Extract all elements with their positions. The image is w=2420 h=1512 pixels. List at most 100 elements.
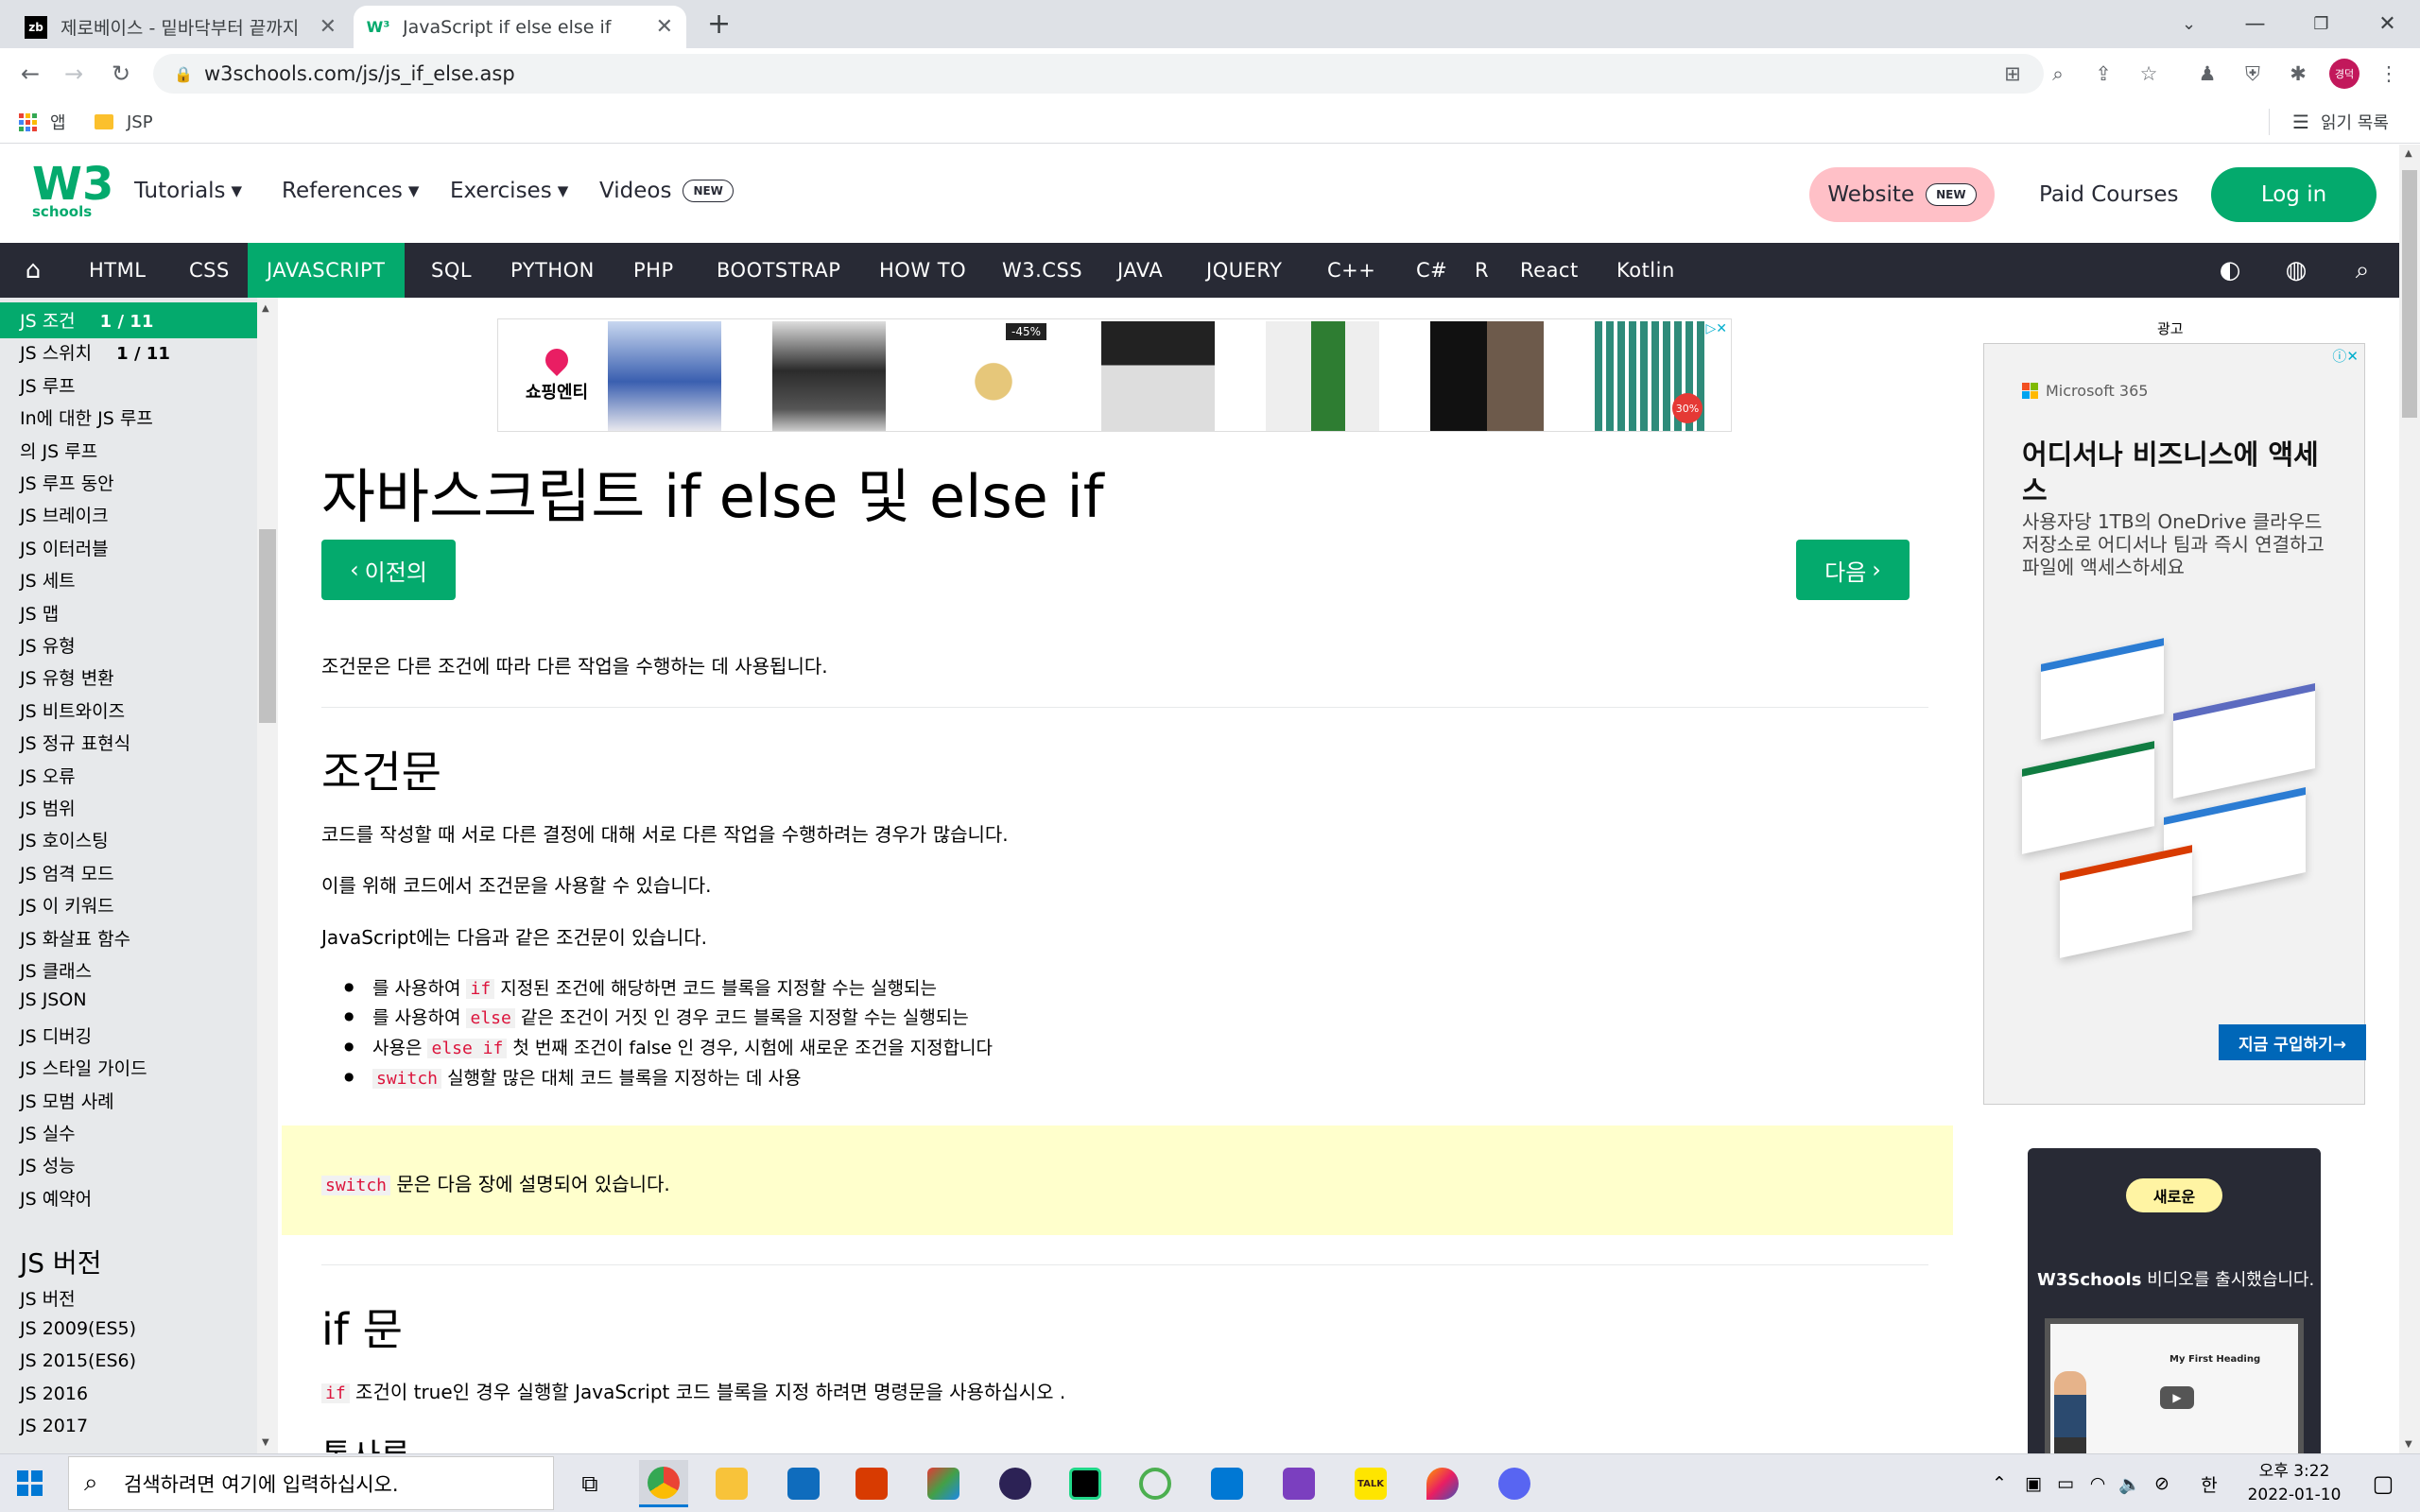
play-icon[interactable]: ▶ [2160,1386,2194,1409]
sidebar-item[interactable]: 의 JS 루프 [20,438,97,463]
file-explorer-icon[interactable] [707,1460,756,1507]
kakaotalk-icon[interactable]: TALK [1346,1460,1395,1507]
minimize-icon[interactable]: — [2220,0,2290,48]
topnav-php[interactable]: PHP [614,243,693,298]
topnav-javascript[interactable]: JAVASCRIPT [248,243,405,298]
topnav-sql[interactable]: SQL [412,243,491,298]
scroll-up-arrow-icon[interactable]: ▲ [2405,148,2412,159]
adchoices-icon[interactable]: ⓘ✕ [2332,346,2359,366]
sidebar-item[interactable]: JS 스위치 1 / 11 [20,339,170,365]
bookmark-star-icon[interactable]: ☆ [2135,60,2163,88]
sidebar-item[interactable]: JS 세트 [20,567,76,593]
sidebar-item[interactable]: JS 유형 [20,632,76,658]
theme-toggle-icon[interactable]: ◐ [2206,243,2254,298]
topnav-jquery[interactable]: JQUERY [1187,243,1301,298]
sidebar-item[interactable]: JS 맵 [20,600,59,626]
website-button[interactable]: Website NEW [1809,167,1995,222]
microsoft-ad[interactable]: ⓘ✕ Microsoft 365 어디서나 비즈니스에 액세스 사용자당 1TB… [1983,343,2366,1105]
sidebar-item[interactable]: JS 브레이크 [20,502,109,527]
topnav-cpp[interactable]: C++ [1308,243,1394,298]
menu-videos[interactable]: Videos NEW [599,179,734,203]
paid-courses-link[interactable]: Paid Courses [2039,182,2179,207]
sidebar-item[interactable]: JS 예약어 [20,1185,92,1211]
refresh-app-icon[interactable] [1131,1460,1180,1507]
topnav-python[interactable]: PYTHON [492,243,614,298]
sidebar-version-item[interactable]: JS 2017 [20,1416,88,1436]
sidebar-item[interactable]: JS 범위 [20,795,76,820]
sidebar-item[interactable]: JS 오류 [20,763,76,788]
topnav-w3css[interactable]: W3.CSS [983,243,1101,298]
close-window-icon[interactable]: ✕ [2352,0,2420,48]
tab-search-icon[interactable]: ⌄ [2153,0,2224,48]
tab-w3schools[interactable]: W³ JavaScript if else else if ✕ [354,6,686,48]
sidebar-item[interactable]: JS 스타일 가이드 [20,1055,147,1080]
puzzle-icon[interactable]: ✱ [2284,60,2312,88]
sidebar-item[interactable]: JS 엄격 모드 [20,860,114,885]
windows-start-icon[interactable] [17,1470,43,1496]
battery-icon[interactable]: ▭ [2051,1454,2080,1512]
sidebar-version-item[interactable]: JS 버전 [20,1285,76,1311]
ms-buy-now-button[interactable]: 지금 구입하기→ [2219,1024,2366,1060]
menu-exercises[interactable]: Exercises ▼ [450,179,568,203]
sidebar-scrollbar[interactable]: ▲ ▼ [257,298,278,1453]
menu-tutorials[interactable]: Tutorials ▼ [134,179,242,203]
jsp-bookmark-folder[interactable]: JSP [95,109,153,135]
topnav-react[interactable]: React [1501,243,1598,298]
zoom-icon[interactable]: ⌕ [2044,60,2072,88]
discord-icon[interactable] [1490,1460,1539,1507]
notification-off-icon[interactable]: ⊘ [2148,1454,2176,1512]
clock[interactable]: 오후 3:22 2022-01-10 [2242,1460,2346,1507]
forward-arrow-icon[interactable]: → [57,57,91,91]
sidebar-item[interactable]: JS 모범 사례 [20,1088,114,1113]
volume-icon[interactable]: 🔈 [2116,1454,2144,1512]
sidebar-item[interactable]: In에 대한 JS 루프 [20,404,153,430]
tray-chevron-up-icon[interactable]: ⌃ [1985,1454,2014,1512]
login-button[interactable]: Log in [2211,167,2377,222]
topnav-r[interactable]: R [1456,243,1508,298]
eclipse-icon[interactable] [991,1460,1040,1507]
adchoices-icon[interactable]: ▷✕ [1706,321,1728,336]
share-icon[interactable]: ⇪ [2089,60,2118,88]
page-scroll-thumb[interactable] [2402,170,2417,418]
video-promo[interactable]: 새로운 W3Schools 비디오를 출시했습니다. My First Head… [2028,1148,2321,1453]
task-view-icon[interactable]: ⧉ [565,1460,614,1507]
profile-avatar[interactable]: 경덕 [2329,59,2360,89]
topnav-bootstrap[interactable]: BOOTSTRAP [698,243,859,298]
menu-references[interactable]: References ▼ [282,179,419,203]
app-icon[interactable] [919,1460,968,1507]
scroll-down-arrow-icon[interactable]: ▼ [262,1437,269,1448]
close-tab-icon[interactable]: ✕ [656,15,673,39]
back-arrow-icon[interactable]: ← [13,57,47,91]
menu-dots-icon[interactable]: ⋮ [2375,60,2403,88]
sidebar-item[interactable]: JS 성능 [20,1152,76,1177]
sidebar-item[interactable]: JS 이터러블 [20,535,109,560]
sidebar-item[interactable]: JS 화살표 함수 [20,925,130,951]
topnav-howto[interactable]: HOW TO [860,243,985,298]
scroll-down-arrow-icon[interactable]: ▼ [2405,1439,2412,1450]
sidebar-item[interactable]: JS 루프 [20,372,76,398]
sidebar-scroll-thumb[interactable] [259,529,276,723]
vscode-icon[interactable] [1202,1460,1252,1507]
topnav-css[interactable]: CSS [170,243,249,298]
tray-app-icon[interactable]: ▣ [2019,1454,2048,1512]
ime-indicator[interactable]: 한 [2195,1454,2223,1512]
sidebar-item[interactable]: JS 호이스팅 [20,827,109,852]
topnav-kotlin[interactable]: Kotlin [1598,243,1694,298]
apps-bookmark[interactable]: 앱 [19,109,66,135]
translate-icon[interactable]: ⊞ [1998,60,2027,88]
search-icon[interactable]: ⌕ [2339,243,2386,298]
sidebar-version-item[interactable]: JS 2015(ES6) [20,1350,136,1371]
sidebar-item[interactable]: JS 유형 변환 [20,664,114,690]
sidebar-item[interactable]: JS JSON [20,989,87,1010]
pycharm-icon[interactable] [1061,1460,1110,1507]
ad-banner[interactable]: 쇼핑엔티 -45% 30% ▷✕ [497,318,1732,432]
office-icon[interactable] [847,1460,896,1507]
reading-list[interactable]: ☰ 읽기 목록 [2269,109,2389,135]
sidebar-item[interactable]: JS 클래스 [20,957,92,983]
topnav-html[interactable]: HTML [70,243,164,298]
w3schools-logo[interactable]: W3 schools [32,162,113,224]
sidebar-item[interactable]: JS 루프 동안 [20,470,114,495]
globe-icon[interactable]: ◍ [2273,243,2320,298]
close-tab-icon[interactable]: ✕ [320,15,337,39]
reload-icon[interactable]: ↻ [104,57,138,91]
